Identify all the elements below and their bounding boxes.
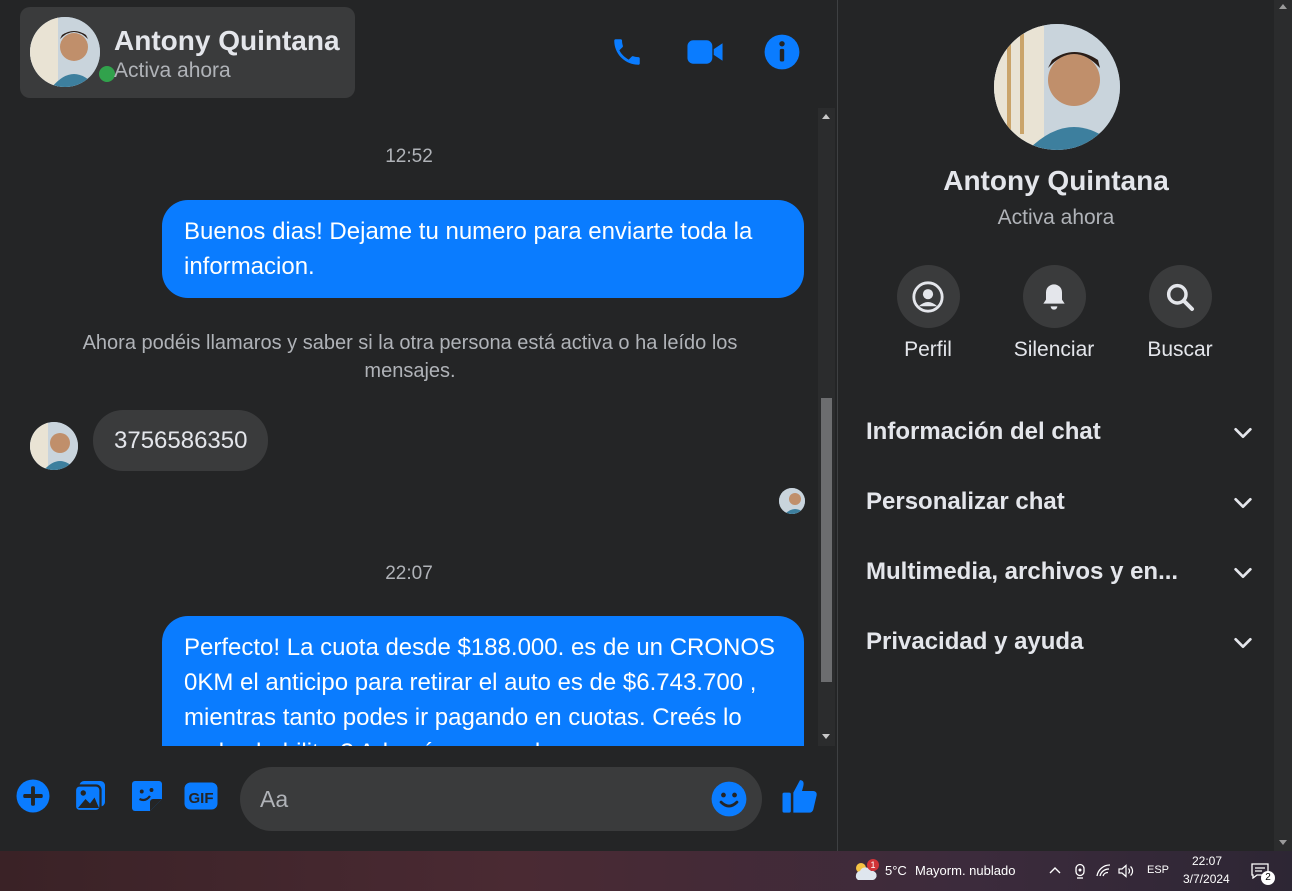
emoji-button[interactable] <box>710 780 748 818</box>
outgoing-message[interactable]: Perfecto! La cuota desde $188.000. es de… <box>162 616 804 746</box>
sender-avatar <box>30 422 78 470</box>
network-button[interactable] <box>1094 861 1114 881</box>
messenger-window: Antony Quintana Activa ahora 12:52 Bueno… <box>0 0 1292 851</box>
message-input-container <box>240 767 762 831</box>
gif-button[interactable]: GIF <box>183 778 219 814</box>
scroll-up-arrow-icon[interactable] <box>822 114 830 119</box>
composer: GIF <box>0 746 838 851</box>
chevron-down-icon <box>1234 637 1252 649</box>
profile-icon <box>912 280 944 313</box>
profile-action[interactable]: Perfil <box>873 265 983 362</box>
section-label: Personalizar chat <box>866 488 1065 515</box>
plus-circle-icon <box>16 779 50 813</box>
message-scrollbar[interactable] <box>818 108 835 746</box>
chevron-down-icon <box>1234 567 1252 579</box>
video-call-button[interactable] <box>685 32 725 72</box>
info-contact-name: Antony Quintana <box>943 165 1169 196</box>
mute-action-circle[interactable] <box>1022 265 1086 328</box>
profile-action-circle[interactable] <box>896 265 960 328</box>
chat-header: Antony Quintana Activa ahora <box>0 0 838 106</box>
chat-info-pane: Antony Quintana Activa ahora Perfil Sile… <box>838 0 1274 851</box>
bell-icon <box>1043 283 1065 310</box>
search-action-circle[interactable] <box>1148 265 1212 328</box>
section-customize-chat[interactable]: Personalizar chat <box>858 474 1254 530</box>
profile-action-label: Perfil <box>904 338 952 361</box>
chat-info-button[interactable] <box>762 32 802 72</box>
message-list: 12:52 Buenos dias! Dejame tu numero para… <box>0 108 818 746</box>
timestamp: 22:07 <box>385 563 433 584</box>
search-action[interactable]: Buscar <box>1125 265 1235 362</box>
window-scrollbar[interactable] <box>1274 0 1292 851</box>
windows-taskbar: 1 5°C Mayorm. nublado ESP 22:07 3/7/2024… <box>0 851 1292 891</box>
wifi-icon <box>1096 864 1111 877</box>
weather-temperature[interactable]: 5°C <box>885 863 907 878</box>
chevron-down-icon <box>1234 497 1252 509</box>
meet-now-icon <box>1075 863 1085 879</box>
clock-date[interactable]: 3/7/2024 <box>1183 872 1230 886</box>
section-privacy-help[interactable]: Privacidad y ayuda <box>858 614 1254 670</box>
section-label: Privacidad y ayuda <box>866 628 1084 655</box>
sticker-button[interactable] <box>129 778 165 814</box>
search-action-label: Buscar <box>1147 338 1213 361</box>
svg-text:GIF: GIF <box>189 790 214 807</box>
thumbs-up-icon <box>782 780 817 813</box>
outgoing-message[interactable]: Buenos dias! Dejame tu numero para envia… <box>162 200 804 298</box>
notification-count-badge: 2 <box>1261 871 1275 885</box>
like-button[interactable] <box>780 776 820 816</box>
clock-time[interactable]: 22:07 <box>1192 854 1222 868</box>
info-icon <box>764 34 800 70</box>
mute-action[interactable]: Silenciar <box>999 265 1109 362</box>
voice-call-button[interactable] <box>607 32 647 72</box>
speaker-icon <box>1118 864 1134 878</box>
scroll-up-arrow-icon[interactable] <box>1279 4 1287 9</box>
contact-avatar <box>30 17 100 87</box>
tray-app-button[interactable] <box>1070 861 1090 881</box>
gif-icon: GIF <box>184 782 218 810</box>
section-media-files[interactable]: Multimedia, archivos y en... <box>858 544 1254 600</box>
mute-action-label: Silenciar <box>1013 338 1095 361</box>
weather-description[interactable]: Mayorm. nublado <box>915 863 1015 878</box>
info-avatar <box>994 24 1120 150</box>
contact-name: Antony Quintana <box>114 25 340 56</box>
input-language[interactable]: ESP <box>1147 864 1169 876</box>
scroll-down-arrow-icon[interactable] <box>1279 840 1287 845</box>
sticker-icon <box>132 781 162 811</box>
system-notice: Ahora podéis llamaros y saber si la otra… <box>82 332 738 382</box>
video-camera-icon <box>687 40 723 64</box>
info-contact-status: Activa ahora <box>997 206 1115 229</box>
weather-badge: 1 <box>867 859 879 871</box>
contact-card[interactable]: Antony Quintana Activa ahora <box>20 7 355 98</box>
section-chat-info[interactable]: Información del chat <box>858 404 1254 460</box>
timestamp: 12:52 <box>385 146 433 167</box>
attach-photo-button[interactable] <box>72 778 108 814</box>
contact-status: Activa ahora <box>114 59 231 82</box>
message-input[interactable] <box>260 767 700 831</box>
seen-indicator-avatar <box>779 488 805 514</box>
section-label: Información del chat <box>866 418 1101 445</box>
show-hidden-icons-button[interactable] <box>1045 861 1065 881</box>
smiley-icon <box>711 781 747 817</box>
gallery-icon <box>73 781 105 813</box>
volume-button[interactable] <box>1116 861 1136 881</box>
phone-icon <box>614 39 640 65</box>
scroll-thumb[interactable] <box>821 398 832 682</box>
chat-pane: Antony Quintana Activa ahora 12:52 Bueno… <box>0 0 838 851</box>
section-label: Multimedia, archivos y en... <box>866 558 1179 585</box>
incoming-message[interactable]: 3756586350 <box>93 410 269 471</box>
more-actions-button[interactable] <box>15 778 51 814</box>
scroll-down-arrow-icon[interactable] <box>822 734 830 739</box>
chevron-down-icon <box>1234 427 1252 439</box>
search-icon <box>1166 283 1194 311</box>
chevron-up-icon <box>1049 867 1061 874</box>
